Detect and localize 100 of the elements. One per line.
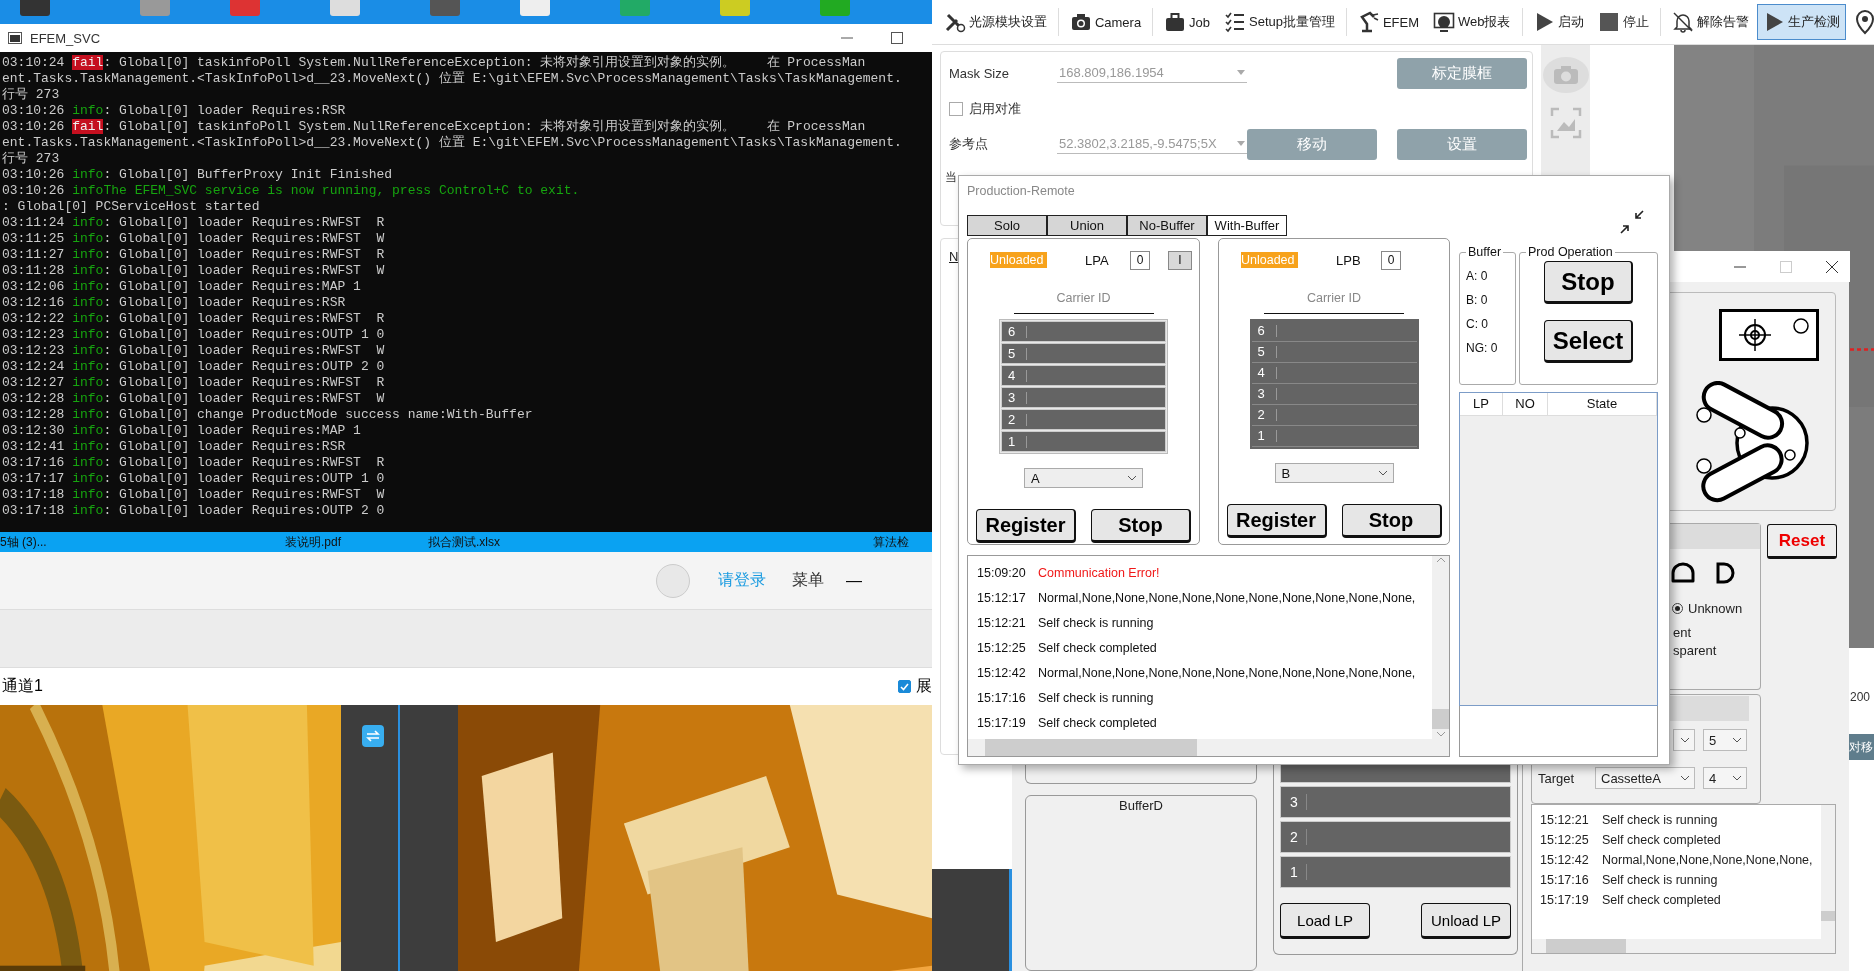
console-line: 03:12:23 info: Global[0] loader Requires:OUTP 1 0 bbox=[2, 327, 385, 343]
file-label[interactable]: 装说明.pdf bbox=[285, 534, 341, 551]
console-line: 行号 273 bbox=[2, 87, 60, 103]
app-icon[interactable] bbox=[140, 0, 170, 16]
log-entry: 15:12:17 Normal,None,None,None,None,None,None,None,None,None,None, bbox=[977, 590, 1417, 607]
stop-button[interactable]: Stop bbox=[1091, 509, 1191, 543]
scrollbar-thumb[interactable] bbox=[1546, 939, 1626, 953]
unload-button[interactable]: Unload LP bbox=[1421, 903, 1511, 939]
dropdown-field[interactable]: 4 bbox=[1703, 767, 1747, 789]
maximize-icon[interactable] bbox=[890, 31, 904, 45]
file-label[interactable]: 算法检 bbox=[873, 534, 909, 551]
log-entry: 15:09:20 Communication Error! bbox=[977, 565, 1161, 582]
scrollbar-thumb[interactable] bbox=[1821, 911, 1835, 921]
toolbar-button[interactable]: 停止 bbox=[1592, 4, 1656, 40]
file-label[interactable]: 拟合测试.xlsx bbox=[428, 534, 500, 551]
caret-icon bbox=[1681, 737, 1689, 743]
load-button[interactable]: Load LP bbox=[1280, 903, 1370, 939]
app-icon[interactable] bbox=[520, 0, 550, 16]
register-button[interactable]: Register bbox=[976, 509, 1076, 543]
reset-button[interactable]: Reset bbox=[1767, 524, 1837, 559]
show-checkbox[interactable] bbox=[898, 680, 911, 693]
scrollbar[interactable] bbox=[968, 739, 1449, 756]
cassette-dropdown[interactable]: A bbox=[1024, 468, 1143, 488]
swap-icon[interactable] bbox=[362, 725, 384, 747]
console-line: 03:11:25 info: Global[0] loader Requires:RWFST W bbox=[2, 231, 385, 247]
close-icon[interactable] bbox=[1826, 260, 1838, 273]
monitor-icon bbox=[1433, 11, 1455, 33]
buffer-count: B: 0 bbox=[1466, 293, 1489, 307]
console-line: 03:17:16 info: Global[0] loader Requires:RWFST R bbox=[2, 455, 385, 471]
toolbar-button[interactable]: 解除告警 bbox=[1666, 4, 1756, 40]
stop-button[interactable]: Stop bbox=[1341, 504, 1442, 538]
app-icon[interactable] bbox=[430, 0, 460, 16]
scrollbar[interactable] bbox=[1821, 805, 1835, 939]
toolbar-button[interactable]: Web报表 bbox=[1427, 4, 1517, 40]
caret-icon bbox=[1237, 70, 1245, 75]
group-title: Prod Operation bbox=[1527, 245, 1614, 259]
console-line: 03:12:27 info: Global[0] loader Requires:RWFST R bbox=[2, 375, 385, 391]
image-scan-icon[interactable] bbox=[1549, 107, 1582, 139]
mode-tab[interactable]: No-Buffer bbox=[1127, 215, 1207, 236]
app-icon[interactable] bbox=[620, 0, 650, 16]
app-icon[interactable] bbox=[230, 0, 260, 16]
console-line: 03:10:26 fail: Global[0] taskinfoPoll System.NullReferenceException: 未将对象引用设置到对象的实例。 在 ProcessMan bbox=[2, 119, 866, 135]
checkbox[interactable] bbox=[949, 102, 963, 116]
console-line: 03:10:24 fail: Global[0] taskinfoPoll System.NullReferenceException: 未将对象引用设置到对象的实例。 在 ProcessMan bbox=[2, 55, 866, 71]
menu-link[interactable]: 菜单 bbox=[792, 570, 824, 591]
option-label: sparent bbox=[1673, 642, 1718, 660]
app-icon[interactable] bbox=[330, 0, 360, 16]
mode-tab[interactable]: Union bbox=[1047, 215, 1127, 236]
slot-bar: 2 bbox=[1280, 821, 1511, 853]
radio-label: Unknown bbox=[1688, 601, 1743, 616]
buffer-count: NG: 0 bbox=[1466, 341, 1499, 355]
buffer-count: C: 0 bbox=[1466, 317, 1489, 331]
status-badge: Unloaded bbox=[1241, 252, 1298, 268]
cassette-dropdown[interactable]: B bbox=[1274, 463, 1394, 483]
d-shape-icon bbox=[1714, 561, 1736, 585]
stop-icon bbox=[1598, 11, 1621, 33]
operation-button[interactable]: Select bbox=[1544, 320, 1633, 363]
dropdown-field[interactable]: 5 bbox=[1703, 729, 1747, 751]
slot-bar: 2 bbox=[1001, 409, 1166, 430]
value-text: 200 bbox=[1850, 690, 1872, 704]
toolbar-button[interactable]: 光源模块设置 bbox=[938, 4, 1053, 40]
column-header: NO bbox=[1503, 392, 1548, 415]
scrollbar-thumb[interactable] bbox=[985, 739, 1197, 756]
carrier-id-label: Carrier ID bbox=[1306, 291, 1362, 305]
dropdown-field[interactable] bbox=[1673, 729, 1695, 751]
log-entry: 15:12:42 Normal,None,None,None,None,None, bbox=[1540, 853, 1814, 867]
link[interactable]: N bbox=[949, 249, 959, 264]
log-entry: 15:17:19 Self check completed bbox=[1540, 893, 1722, 907]
maximize-icon bbox=[1780, 260, 1792, 273]
toolbar-button[interactable]: Job bbox=[1158, 4, 1216, 40]
mode-tab[interactable]: Solo bbox=[967, 215, 1047, 236]
map-pin-icon[interactable] bbox=[1854, 9, 1874, 35]
mode-tab[interactable]: With-Buffer bbox=[1207, 215, 1287, 236]
app-icon[interactable] bbox=[720, 0, 750, 16]
scrollbar[interactable] bbox=[1532, 939, 1835, 953]
indicator-button[interactable]: I bbox=[1168, 250, 1192, 270]
dropdown-field[interactable]: CassetteA bbox=[1595, 767, 1695, 789]
toolbar-button[interactable]: 生产检测 bbox=[1757, 4, 1847, 40]
caret-icon bbox=[1681, 775, 1689, 781]
field-label: 参考点 bbox=[949, 135, 989, 153]
checkbox-label: 启用对准 bbox=[969, 100, 1021, 118]
collapse-icon[interactable] bbox=[1620, 210, 1644, 234]
operation-button[interactable]: Stop bbox=[1544, 261, 1633, 304]
action-button[interactable]: 对移 bbox=[1849, 734, 1874, 760]
file-label[interactable]: 5轴 (3)... bbox=[0, 534, 47, 551]
app-icon[interactable] bbox=[20, 0, 50, 16]
tools-icon bbox=[944, 11, 966, 33]
caret-icon bbox=[1128, 475, 1136, 481]
scrollbar-thumb[interactable] bbox=[1432, 709, 1449, 729]
toolbar-button[interactable]: Setup批量管理 bbox=[1218, 4, 1341, 40]
scrollbar[interactable] bbox=[1432, 556, 1449, 739]
toolbar-button[interactable]: Camera bbox=[1063, 4, 1148, 40]
checkbox-label: 展 bbox=[916, 676, 932, 696]
toolbar-button[interactable]: 启动 bbox=[1527, 4, 1591, 40]
toolbar-button[interactable]: EFEM bbox=[1351, 4, 1425, 40]
register-button[interactable]: Register bbox=[1226, 504, 1327, 538]
camera-icon[interactable] bbox=[1542, 57, 1589, 93]
console-line: 03:12:28 info: Global[0] loader Requires:RWFST W bbox=[2, 391, 385, 407]
minimize-button[interactable]: — bbox=[846, 571, 862, 590]
app-icon[interactable] bbox=[820, 0, 850, 16]
